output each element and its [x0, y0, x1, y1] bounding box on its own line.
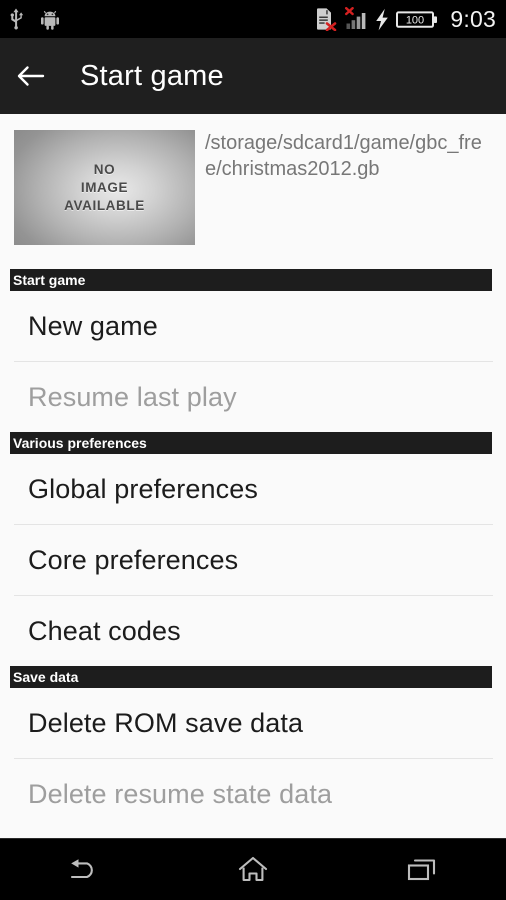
page-title: Start game	[80, 59, 224, 92]
section-header: Save data	[10, 666, 492, 688]
arrow-left-icon	[17, 66, 45, 86]
status-bar-left-icons	[8, 8, 60, 30]
thumbnail-line-1: NO	[93, 161, 116, 177]
list-item[interactable]: Delete ROM save data	[0, 688, 506, 758]
nav-recents-button[interactable]	[367, 839, 477, 900]
app-bar: Start game	[0, 38, 506, 114]
android-robot-icon	[41, 10, 59, 30]
thumbnail-line-2: IMAGE	[80, 179, 129, 195]
list-item-label: Global preferences	[28, 473, 258, 504]
status-bar-right-icons: 100 9:03	[316, 7, 496, 31]
section-header-label: Start game	[13, 272, 86, 288]
list-item[interactable]: Core preferences	[0, 525, 506, 595]
sdcard-error-icon	[317, 8, 337, 31]
section-header-label: Various preferences	[13, 435, 147, 451]
android-navigation-bar	[0, 838, 506, 900]
section-header-label: Save data	[13, 669, 79, 685]
list-item-label: Core preferences	[28, 544, 239, 575]
back-button[interactable]	[0, 38, 62, 114]
list-item[interactable]: Global preferences	[0, 454, 506, 524]
list-item-label: Delete resume state data	[28, 778, 333, 809]
thumbnail-line-3: AVAILABLE	[64, 198, 145, 214]
section-header: Various preferences	[10, 432, 492, 454]
section-header: Start game	[10, 269, 492, 291]
list-item: Delete resume state data	[0, 759, 506, 829]
list-item[interactable]: New game	[0, 291, 506, 361]
rom-header: NO IMAGE AVAILABLE /storage/sdcard1/game…	[0, 114, 506, 269]
rom-file-path: /storage/sdcard1/game/gbc_free/christmas…	[205, 132, 482, 181]
phone-screen: 100 9:03 Start game NO IMAGE AVAILABLE /…	[0, 0, 506, 900]
battery-icon: 100	[396, 10, 438, 28]
battery-level-text: 100	[406, 14, 424, 26]
rom-thumbnail: NO IMAGE AVAILABLE	[14, 130, 195, 245]
list-item-label: Delete ROM save data	[28, 707, 304, 738]
list-item: Resume last play	[0, 362, 506, 432]
signal-no-service-icon	[345, 7, 366, 29]
list-item[interactable]: Cheat codes	[0, 596, 506, 666]
list-item-label: Cheat codes	[28, 615, 181, 646]
status-bar-clock: 9:03	[450, 5, 496, 32]
settings-list: Start game New game Resume last play Variou…	[0, 269, 506, 838]
recents-icon	[407, 858, 435, 880]
status-bar: 100 9:03	[0, 0, 506, 38]
home-icon	[238, 856, 268, 882]
list-item-label: New game	[28, 310, 158, 341]
back-arrow-icon	[71, 858, 94, 878]
usb-icon	[10, 8, 24, 30]
list-item-label: Resume last play	[28, 381, 237, 412]
charging-bolt-icon	[376, 8, 389, 30]
nav-back-button[interactable]	[29, 839, 139, 900]
nav-home-button[interactable]	[198, 839, 308, 900]
